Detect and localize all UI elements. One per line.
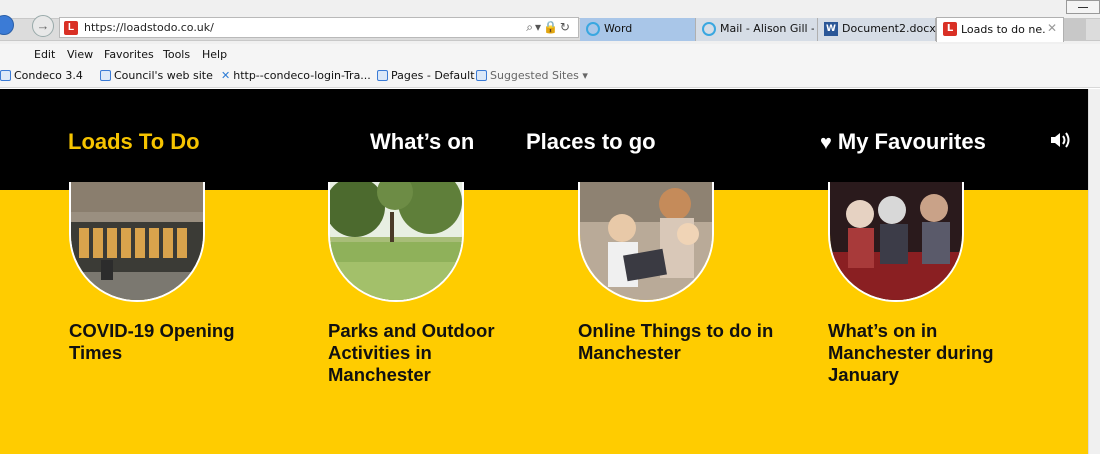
tab-word[interactable]: Word (580, 18, 696, 41)
page-icon (100, 70, 111, 81)
tab-mail[interactable]: Mail - Alison Gill -... (696, 18, 818, 41)
tab-loadstodo-active[interactable]: L Loads to do ne... ✕ (936, 17, 1064, 42)
menu-bar: Edit View Favorites Tools Help (0, 44, 1100, 64)
menu-view[interactable]: View (67, 48, 93, 61)
favorite-condeco-login[interactable]: ✕ http--condeco-login-Tra... (221, 69, 371, 82)
card-title[interactable]: Parks and Outdoor Activities in Manchest… (328, 320, 528, 386)
address-tools-icons[interactable]: ⌕▾🔒↻ (526, 20, 572, 35)
card-image-cinema[interactable] (828, 182, 964, 302)
address-bar[interactable]: L https://loadstodo.co.uk/ ⌕▾🔒↻ (59, 17, 579, 38)
card-title[interactable]: What’s on in Manchester during January (828, 320, 1028, 386)
nav-my-favourites[interactable]: ♥ My Favourites (820, 129, 986, 155)
tab-document[interactable]: W Document2.docx (818, 18, 936, 41)
favorite-pages-default[interactable]: Pages - Default (377, 69, 475, 82)
new-tab-button[interactable] (1064, 18, 1086, 41)
forward-button[interactable]: → (32, 15, 54, 37)
menu-favorites[interactable]: Favorites (104, 48, 154, 61)
tab-label: Word (604, 22, 633, 35)
condeco-icon: ✕ (221, 69, 231, 82)
tab-label: Mail - Alison Gill -... (720, 22, 814, 35)
minimize-button[interactable] (1066, 0, 1100, 14)
page-icon (476, 70, 487, 81)
site-header: Loads To Do What’s on Places to go ♥ My F… (0, 89, 1088, 190)
ie-icon (702, 22, 716, 36)
menu-help[interactable]: Help (202, 48, 227, 61)
content-area: COVID-19 Opening Times Parks and Outdoor… (0, 182, 1088, 454)
heart-icon: ♥ (820, 132, 832, 154)
site-favicon-icon: L (943, 22, 957, 36)
nav-whats-on[interactable]: What’s on (370, 129, 474, 155)
ie-icon (586, 22, 600, 36)
site-logo[interactable]: Loads To Do (68, 129, 200, 155)
card-image-park[interactable] (328, 182, 464, 302)
word-icon: W (824, 22, 838, 36)
card-title[interactable]: Online Things to do in Manchester (578, 320, 778, 364)
menu-edit[interactable]: Edit (34, 48, 55, 61)
card-image-family-tablet[interactable] (578, 182, 714, 302)
favorite-council[interactable]: Council's web site (100, 69, 213, 82)
favorites-bar: Condeco 3.4 Council's web site ✕ http--co… (0, 64, 1100, 88)
card-image-building[interactable] (69, 182, 205, 302)
nav-places-to-go[interactable]: Places to go (526, 129, 656, 155)
close-icon[interactable]: ✕ (1047, 21, 1057, 35)
favorite-condeco[interactable]: Condeco 3.4 (0, 69, 83, 82)
address-url[interactable]: https://loadstodo.co.uk/ (84, 21, 214, 34)
menu-tools[interactable]: Tools (163, 48, 190, 61)
page-icon (0, 70, 11, 81)
card-title[interactable]: COVID-19 Opening Times (69, 320, 269, 364)
tab-label: Loads to do ne... (961, 23, 1045, 36)
favorite-suggested-sites[interactable]: Suggested Sites ▾ (476, 69, 588, 82)
site-favicon-icon: L (64, 21, 78, 35)
speaker-icon[interactable] (1049, 130, 1073, 150)
page-scrollbar[interactable] (1088, 89, 1100, 454)
tab-label: Document2.docx (842, 22, 936, 35)
page-icon (377, 70, 388, 81)
